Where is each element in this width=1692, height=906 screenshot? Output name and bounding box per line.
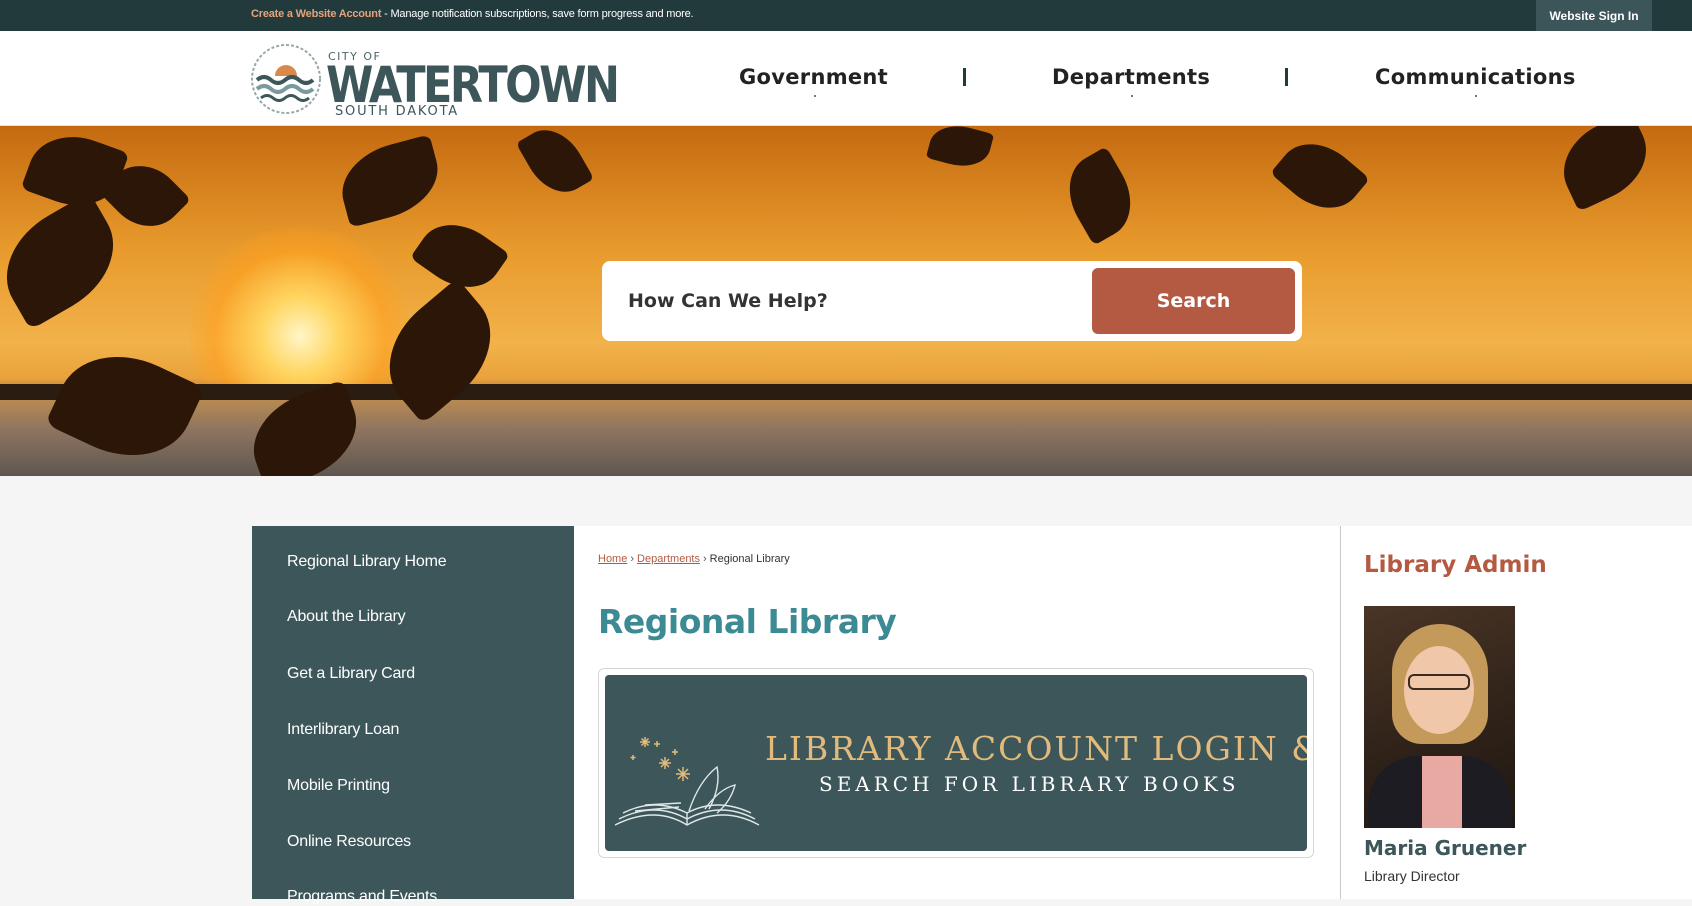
admin-role: Library Director	[1364, 868, 1460, 884]
secondary-nav: Regional Library Home About the Library …	[252, 526, 574, 905]
nav-government[interactable]: Government	[739, 65, 888, 97]
portrait-face	[1404, 646, 1474, 734]
main-content: Home › Departments › Regional Library Region…	[574, 526, 1340, 899]
breadcrumb-departments-link[interactable]: Departments	[637, 553, 700, 565]
city-logo[interactable]: CITY OF WATERTOWN SOUTH DAKOTA	[249, 40, 620, 119]
library-login-banner-frame: LIBRARY ACCOUNT LOGIN & SEARCH FOR LIBRA…	[598, 668, 1314, 858]
sidebar-item-interlibrary-loan[interactable]: Interlibrary Loan	[287, 721, 399, 739]
leaf-silhouette	[332, 134, 448, 228]
sidebar-item-online-resources[interactable]: Online Resources	[287, 833, 411, 851]
site-header: CITY OF WATERTOWN SOUTH DAKOTA Governmen…	[0, 31, 1692, 126]
top-utility-bar: Create a Website Account - Manage notifi…	[0, 0, 1692, 31]
leaf-silhouette	[925, 126, 995, 174]
leaf-silhouette	[1549, 126, 1661, 212]
library-admin-panel: Library Admin Maria Gruener Library Dire…	[1340, 526, 1692, 899]
leaf-silhouette	[1270, 127, 1370, 225]
breadcrumb-home-link[interactable]: Home	[598, 553, 627, 565]
nav-divider	[963, 68, 966, 86]
admin-portrait	[1364, 606, 1515, 828]
search-input[interactable]	[628, 285, 1068, 317]
sidebar-item-regional-library-home[interactable]: Regional Library Home	[287, 553, 447, 571]
sidebar-item-get-a-library-card[interactable]: Get a Library Card	[287, 665, 415, 683]
breadcrumb-current: Regional Library	[709, 553, 790, 565]
hero-banner-image: Search	[0, 126, 1692, 476]
breadcrumb-separator: ›	[630, 553, 635, 565]
tree-line	[0, 384, 1692, 400]
leaf-silhouette	[1054, 146, 1146, 246]
page-title: Regional Library	[598, 602, 897, 641]
sidebar-item-programs-and-events[interactable]: Programs and Events	[287, 888, 437, 906]
nav-divider	[1285, 68, 1288, 86]
banner-subheading: SEARCH FOR LIBRARY BOOKS	[819, 772, 1240, 796]
sidebar-item-mobile-printing[interactable]: Mobile Printing	[287, 777, 390, 795]
site-search-box: Search	[602, 261, 1302, 341]
admin-heading: Library Admin	[1364, 552, 1547, 578]
create-account-link[interactable]: Create a Website Account	[251, 8, 381, 20]
website-sign-in-button[interactable]: Website Sign In	[1536, 0, 1652, 31]
portrait-glasses	[1408, 674, 1470, 690]
breadcrumb: Home › Departments › Regional Library	[598, 553, 790, 565]
nav-departments[interactable]: Departments	[1052, 65, 1210, 97]
search-button[interactable]: Search	[1092, 268, 1295, 334]
leaf-silhouette	[515, 126, 595, 204]
account-message-text: - Manage notification subscriptions, sav…	[381, 8, 694, 20]
lake-water	[0, 400, 1692, 476]
logo-state: SOUTH DAKOTA	[335, 104, 459, 119]
account-message: Create a Website Account - Manage notifi…	[251, 8, 694, 20]
leaf-silhouette	[0, 192, 135, 330]
library-account-login-banner[interactable]: LIBRARY ACCOUNT LOGIN & SEARCH FOR LIBRA…	[605, 675, 1307, 851]
sidebar-item-about-the-library[interactable]: About the Library	[287, 608, 406, 626]
banner-heading: LIBRARY ACCOUNT LOGIN &	[765, 729, 1307, 768]
open-book-sparkles-icon	[614, 737, 760, 826]
breadcrumb-separator: ›	[703, 553, 707, 565]
portrait-blouse	[1422, 756, 1462, 828]
nav-communications[interactable]: Communications	[1375, 65, 1576, 97]
logo-emblem-icon	[251, 44, 321, 114]
admin-name: Maria Gruener	[1364, 836, 1527, 860]
